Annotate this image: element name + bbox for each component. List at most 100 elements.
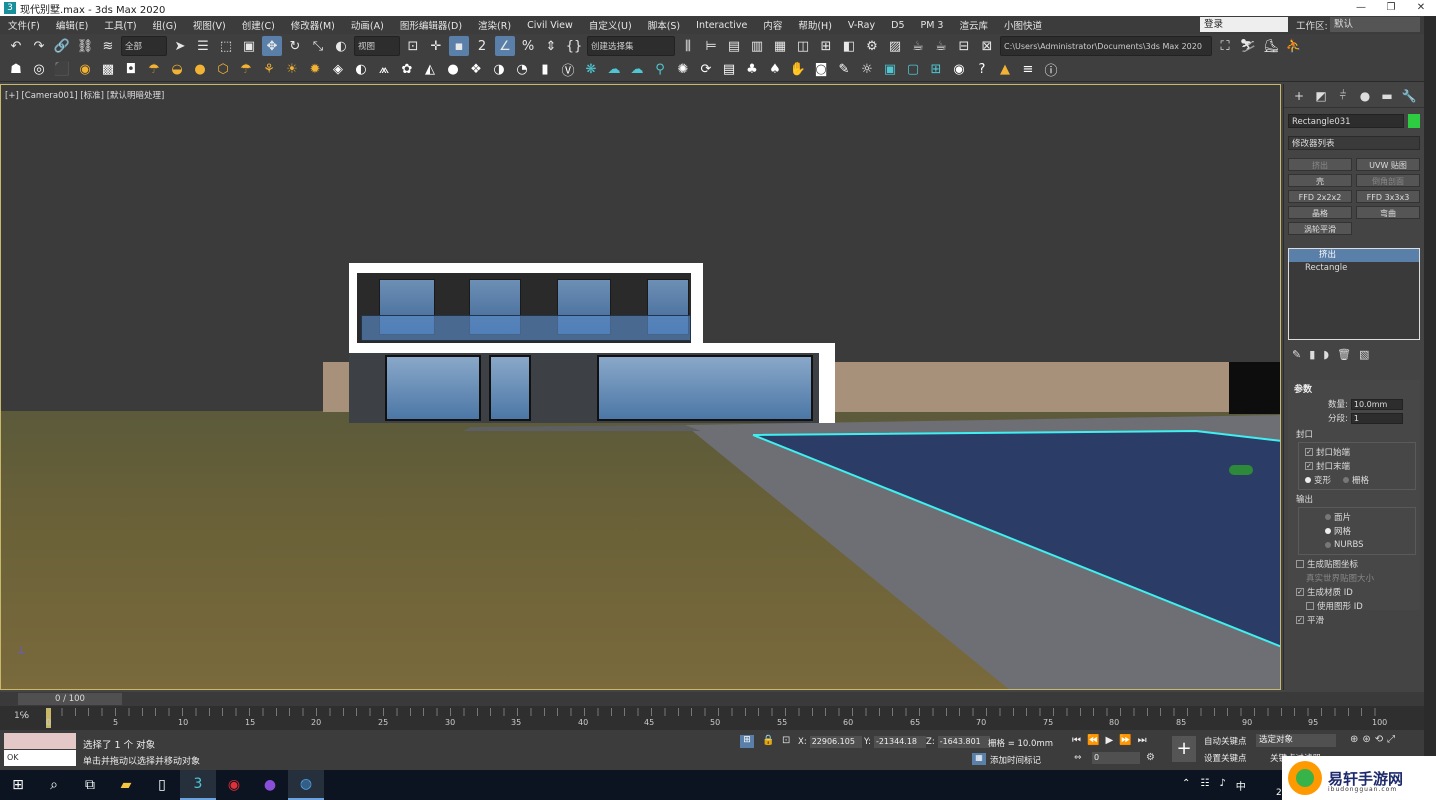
- plugin-icon[interactable]: ❋: [581, 60, 601, 80]
- set-key-big-button[interactable]: +: [1172, 736, 1196, 762]
- stack-item-rectangle[interactable]: Rectangle: [1289, 262, 1419, 275]
- z-field[interactable]: -1643.801: [937, 736, 990, 748]
- select-scale-icon[interactable]: ⤡: [308, 36, 328, 56]
- chart-icon[interactable]: ▲: [995, 60, 1015, 80]
- zoom-all-icon[interactable]: ⊛: [1362, 734, 1370, 745]
- manipulate-icon[interactable]: ✛: [426, 36, 446, 56]
- modifier-button[interactable]: FFD 2x2x2: [1288, 190, 1352, 203]
- next-frame-icon[interactable]: ⏩: [1119, 735, 1131, 746]
- pin-stack-icon[interactable]: ✎: [1292, 348, 1301, 361]
- menu-group[interactable]: 组(G): [145, 18, 185, 32]
- add-time-tag-icon[interactable]: ▦: [972, 753, 986, 765]
- absolute-mode-icon[interactable]: ⊡: [782, 735, 790, 746]
- object-name-field[interactable]: Rectangle031: [1288, 114, 1404, 128]
- y-field[interactable]: -21344.18: [873, 736, 926, 748]
- menu-rendering[interactable]: 渲染(R): [470, 18, 519, 32]
- project-open-icon[interactable]: ⛷: [1238, 36, 1258, 56]
- maximize-viewport-icon[interactable]: ⤢: [1387, 734, 1395, 745]
- modifier-button[interactable]: UVW 贴图: [1356, 158, 1420, 171]
- selection-filter-dropdown[interactable]: 全部: [121, 36, 167, 56]
- isolate-icon[interactable]: ⊞: [740, 735, 754, 748]
- selection-lock-icon[interactable]: 🔒: [762, 735, 774, 746]
- render-production-icon[interactable]: ☕: [908, 36, 928, 56]
- time-slider-frame[interactable]: 0 / 100: [18, 693, 122, 705]
- rotate-tool-icon[interactable]: ⟳: [696, 60, 716, 80]
- omni-light-icon[interactable]: ☂: [144, 60, 164, 80]
- project-path-field[interactable]: C:\Users\Administrator\Documents\3ds Max…: [1000, 36, 1212, 56]
- hand-icon[interactable]: ✋: [788, 60, 808, 80]
- windows-start-icon[interactable]: ⊞: [0, 770, 36, 800]
- lib-icon[interactable]: ◔: [512, 60, 532, 80]
- create-tab-icon[interactable]: +: [1288, 89, 1310, 103]
- minimize-button[interactable]: —: [1346, 0, 1376, 16]
- fur-icon[interactable]: ⩕: [374, 60, 394, 80]
- motion-tab-icon[interactable]: ●: [1354, 89, 1376, 103]
- edit-named-selection-icon[interactable]: {}: [564, 36, 584, 56]
- window-crossing-icon[interactable]: ▣: [239, 36, 259, 56]
- smooth-checkbox[interactable]: ✓: [1296, 616, 1304, 624]
- time-config-icon[interactable]: ⚙: [1146, 752, 1155, 763]
- stack-item-extrude[interactable]: 挤出: [1289, 249, 1419, 262]
- project-settings-icon[interactable]: ⛹: [1284, 36, 1304, 56]
- a360-gallery-icon[interactable]: ⊠: [977, 36, 997, 56]
- maxscript-listener[interactable]: [4, 733, 76, 749]
- undo-icon[interactable]: ↶: [6, 36, 26, 56]
- auto-key-button[interactable]: 自动关键点: [1204, 735, 1247, 747]
- modifier-button[interactable]: 涡轮平滑: [1288, 222, 1352, 235]
- percent-snap-icon[interactable]: %: [518, 36, 538, 56]
- move-gizmo[interactable]: [1229, 465, 1253, 475]
- vray-logo-icon[interactable]: Ⓥ: [558, 60, 578, 80]
- use-shape-id-checkbox[interactable]: [1306, 602, 1314, 610]
- dome-light-icon[interactable]: ◒: [167, 60, 187, 80]
- cap-start-checkbox[interactable]: ✓: [1305, 448, 1313, 456]
- camera-viewport[interactable]: [+] [Camera001] [标准] [默认明暗处理] ⊥: [0, 84, 1281, 690]
- light-dome-icon[interactable]: ◉: [75, 60, 95, 80]
- search-icon[interactable]: ⌕: [36, 770, 72, 800]
- teapot-icon[interactable]: ☗: [6, 60, 26, 80]
- menu-tools[interactable]: 工具(T): [96, 18, 144, 32]
- menu-graph-editors[interactable]: 图形编辑器(D): [392, 18, 470, 32]
- menu-animation[interactable]: 动画(A): [343, 18, 392, 32]
- task-view-icon[interactable]: ⧉: [72, 770, 108, 800]
- close-button[interactable]: ✕: [1406, 0, 1436, 16]
- frame-teal-icon[interactable]: ▢: [903, 60, 923, 80]
- menu-scripting[interactable]: 脚本(S): [640, 18, 688, 32]
- camera-icon[interactable]: ◘: [121, 60, 141, 80]
- current-frame-field[interactable]: 0: [1092, 752, 1140, 764]
- nurbs-radio[interactable]: [1325, 542, 1331, 548]
- mesh-radio[interactable]: [1325, 528, 1331, 534]
- link-icon[interactable]: 🔗: [52, 36, 72, 56]
- modifier-button[interactable]: 倒角剖面: [1356, 174, 1420, 187]
- menu-help[interactable]: 帮助(H): [790, 18, 840, 32]
- modifier-button[interactable]: FFD 3x3x3: [1356, 190, 1420, 203]
- utilities-tab-icon[interactable]: 🔧: [1398, 89, 1420, 103]
- orbit-icon[interactable]: ⟲: [1375, 734, 1383, 745]
- remove-modifier-icon[interactable]: 🗑: [1337, 348, 1351, 361]
- unlink-icon[interactable]: ⛓: [75, 36, 95, 56]
- track-bar[interactable]: 1℅ 0 5 10 15 20 25 30 35 40 45 50 55 60 …: [0, 706, 1424, 730]
- menu-create[interactable]: 创建(C): [234, 18, 283, 32]
- real-world-label[interactable]: 真实世界贴图大小: [1306, 572, 1374, 584]
- viewport-label[interactable]: [+] [Camera001] [标准] [默认明暗处理]: [5, 89, 164, 101]
- set-key-button[interactable]: 设置关键点: [1204, 752, 1247, 764]
- material-sphere-icon[interactable]: ●: [443, 60, 463, 80]
- red-app-icon[interactable]: ◉: [216, 770, 252, 800]
- pine-icon[interactable]: ♠: [765, 60, 785, 80]
- named-selection-dropdown[interactable]: 创建选择集: [587, 36, 675, 56]
- modifier-button[interactable]: 弯曲: [1356, 206, 1420, 219]
- key-mode-icon[interactable]: ⇔: [1074, 753, 1082, 763]
- show-end-result-icon[interactable]: ▮: [1309, 348, 1315, 361]
- volume-icon[interactable]: ♪: [1219, 778, 1225, 793]
- menu-render-library[interactable]: 渲云库: [951, 18, 996, 32]
- right-scrollbar[interactable]: [1424, 16, 1436, 770]
- add-time-tag[interactable]: 添加时间标记: [990, 754, 1041, 766]
- lamp-icon[interactable]: ⚲: [650, 60, 670, 80]
- trackbar-toggle-icon[interactable]: 1℅: [14, 711, 29, 721]
- list-icon[interactable]: ≡: [1018, 60, 1038, 80]
- explode-icon[interactable]: ✺: [673, 60, 693, 80]
- gen-matid-checkbox[interactable]: ✓: [1296, 588, 1304, 596]
- snaps-toggle-icon[interactable]: 2: [472, 36, 492, 56]
- object-properties-icon[interactable]: ▮: [535, 60, 555, 80]
- zoom-icon[interactable]: ⊕: [1350, 734, 1358, 745]
- sky-icon[interactable]: ✹: [305, 60, 325, 80]
